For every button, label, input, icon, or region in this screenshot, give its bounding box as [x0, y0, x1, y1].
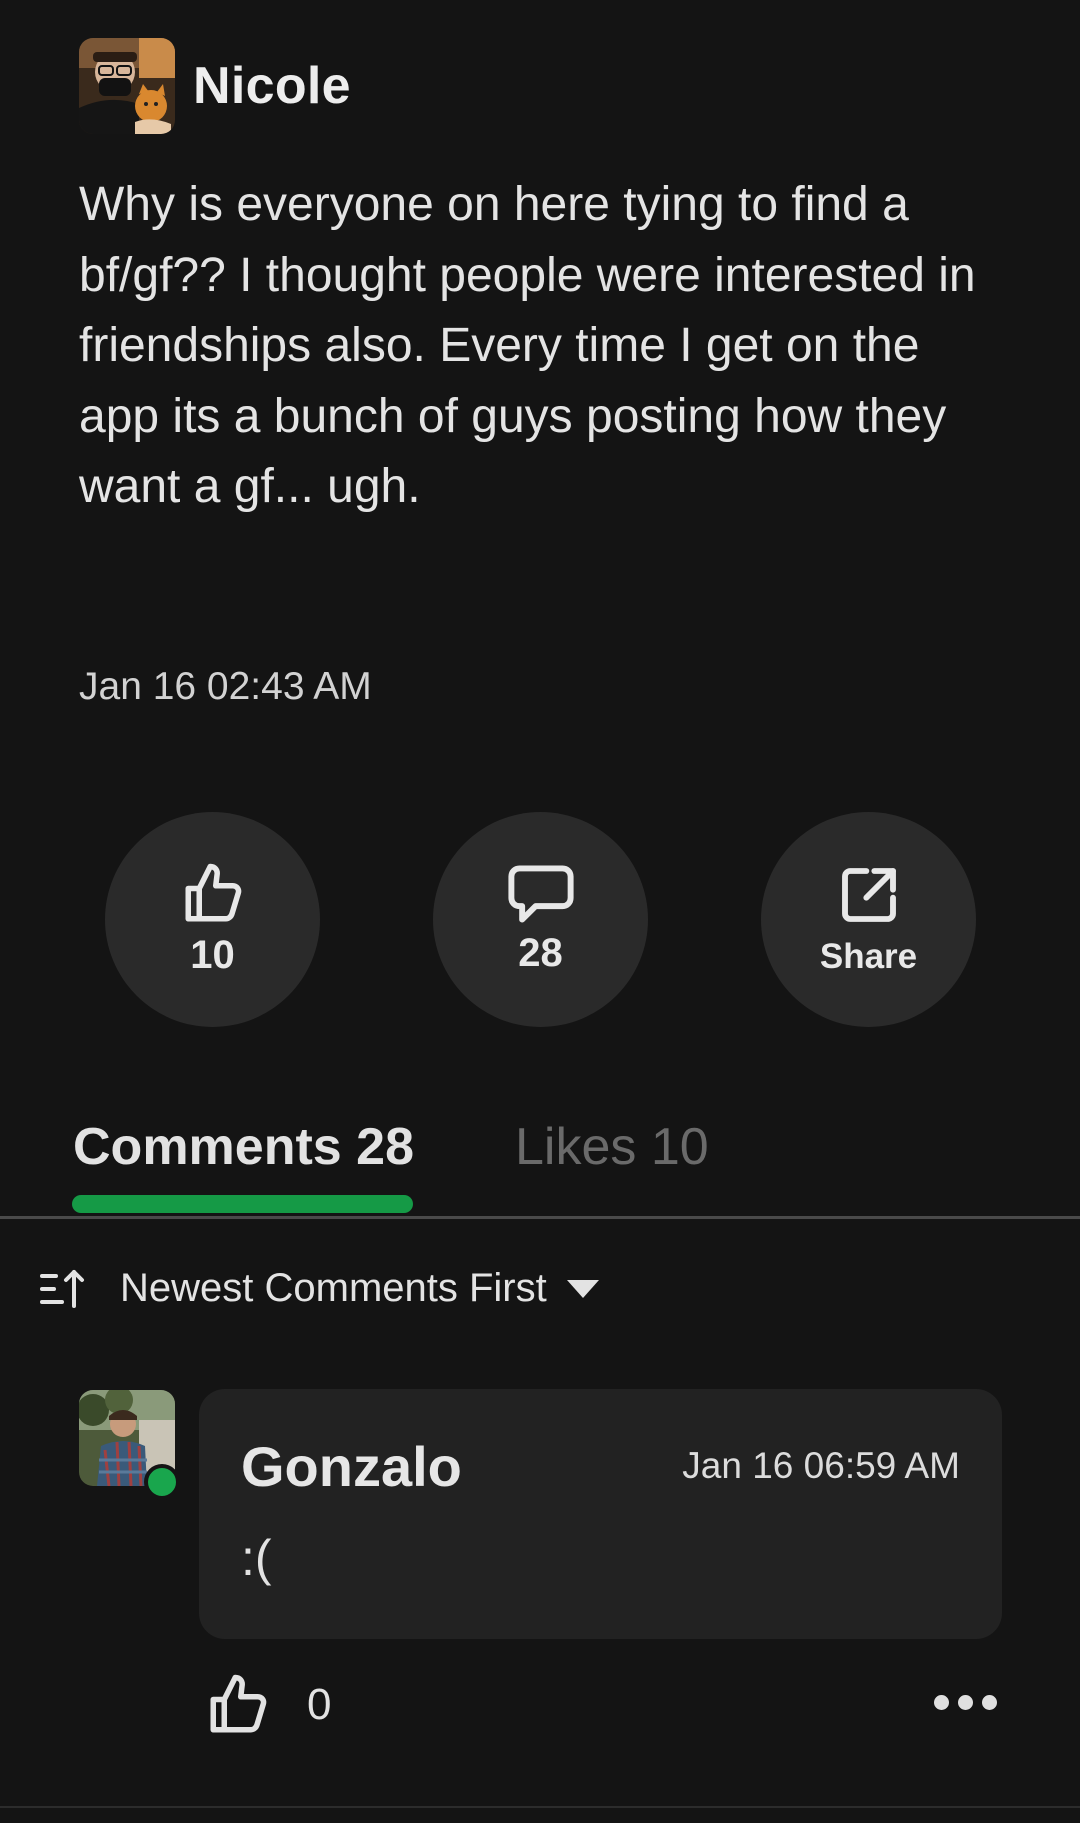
comment-button[interactable]: 28 — [433, 812, 648, 1027]
more-dot — [958, 1695, 973, 1710]
share-label: Share — [819, 936, 918, 976]
more-options-button[interactable] — [934, 1695, 997, 1710]
comment-avatar-wrap[interactable] — [79, 1390, 180, 1500]
active-tab-indicator — [72, 1195, 413, 1213]
thumbs-up-icon — [210, 1674, 267, 1733]
sort-dropdown[interactable]: Newest Comments First — [38, 1266, 599, 1311]
post-timestamp: Jan 16 02:43 AM — [79, 665, 372, 708]
more-dot — [934, 1695, 949, 1710]
chevron-down-icon — [566, 1279, 599, 1298]
share-button[interactable]: Share — [761, 812, 976, 1027]
author-name[interactable]: Nicole — [193, 56, 351, 116]
comment-timestamp: Jan 16 06:59 AM — [682, 1445, 960, 1486]
comment-count: 28 — [518, 931, 563, 975]
bottom-divider — [0, 1806, 1080, 1808]
speech-bubble-icon — [507, 865, 574, 923]
comment-author[interactable]: Gonzalo — [241, 1434, 462, 1499]
like-button[interactable]: 10 — [105, 812, 320, 1027]
post-author-row[interactable]: Nicole — [79, 38, 351, 134]
online-status-indicator — [144, 1464, 180, 1500]
tab-likes[interactable]: Likes 10 — [515, 1117, 709, 1177]
tabs-divider — [0, 1216, 1080, 1219]
author-avatar[interactable] — [79, 38, 175, 134]
post-body: Why is everyone on here tying to find a … — [79, 178, 976, 513]
more-dot — [982, 1695, 997, 1710]
like-count: 10 — [190, 933, 235, 977]
comment-like-count: 0 — [307, 1680, 332, 1729]
sort-label: Newest Comments First — [120, 1266, 547, 1310]
thumbs-up-icon — [185, 863, 241, 922]
sort-icon — [40, 1269, 84, 1308]
comment-text: :( — [241, 1530, 272, 1586]
tab-comments[interactable]: Comments 28 — [73, 1117, 414, 1177]
comment-like-button[interactable]: 0 — [205, 1672, 331, 1738]
comment-bubble: Gonzalo Jan 16 06:59 AM :( — [199, 1389, 1002, 1639]
external-share-icon — [841, 867, 896, 922]
